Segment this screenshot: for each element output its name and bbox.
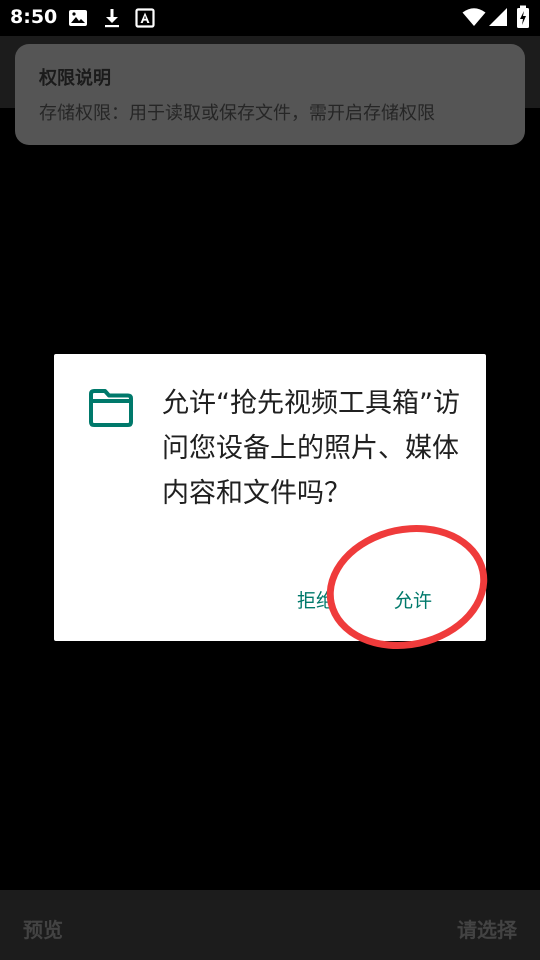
a-icon (135, 8, 155, 32)
image-icon (68, 8, 88, 32)
preview-button[interactable]: 预览 (23, 914, 63, 943)
folder-icon (88, 388, 134, 432)
status-bar: 8:50 (0, 0, 540, 36)
bottom-bar: 预览 请选择 (0, 890, 540, 960)
permission-dialog: 允许“抢先视频工具箱”访问您设备上的照片、媒体内容和文件吗？ 拒绝 允许 (54, 354, 486, 641)
signal-icon (488, 7, 508, 31)
permission-notice: 权限说明 存储权限：用于读取或保存文件，需开启存储权限 (15, 44, 525, 145)
notice-description: 存储权限：用于读取或保存文件，需开启存储权限 (39, 103, 435, 124)
allow-button[interactable]: 允许 (394, 584, 454, 614)
deny-button[interactable]: 拒绝 (297, 584, 353, 614)
screen: 8:50 权限说明 存储权限：用于读取或保存文件，需开启存储权限 允许“抢先视频… (0, 0, 540, 960)
dialog-message: 允许“抢先视频工具箱”访问您设备上的照片、媒体内容和文件吗？ (162, 388, 460, 509)
download-icon (102, 8, 122, 32)
wifi-icon (462, 7, 486, 31)
battery-icon (516, 5, 530, 33)
select-button[interactable]: 请选择 (457, 914, 517, 943)
notice-title: 权限说明 (39, 68, 111, 89)
status-time: 8:50 (10, 6, 58, 28)
